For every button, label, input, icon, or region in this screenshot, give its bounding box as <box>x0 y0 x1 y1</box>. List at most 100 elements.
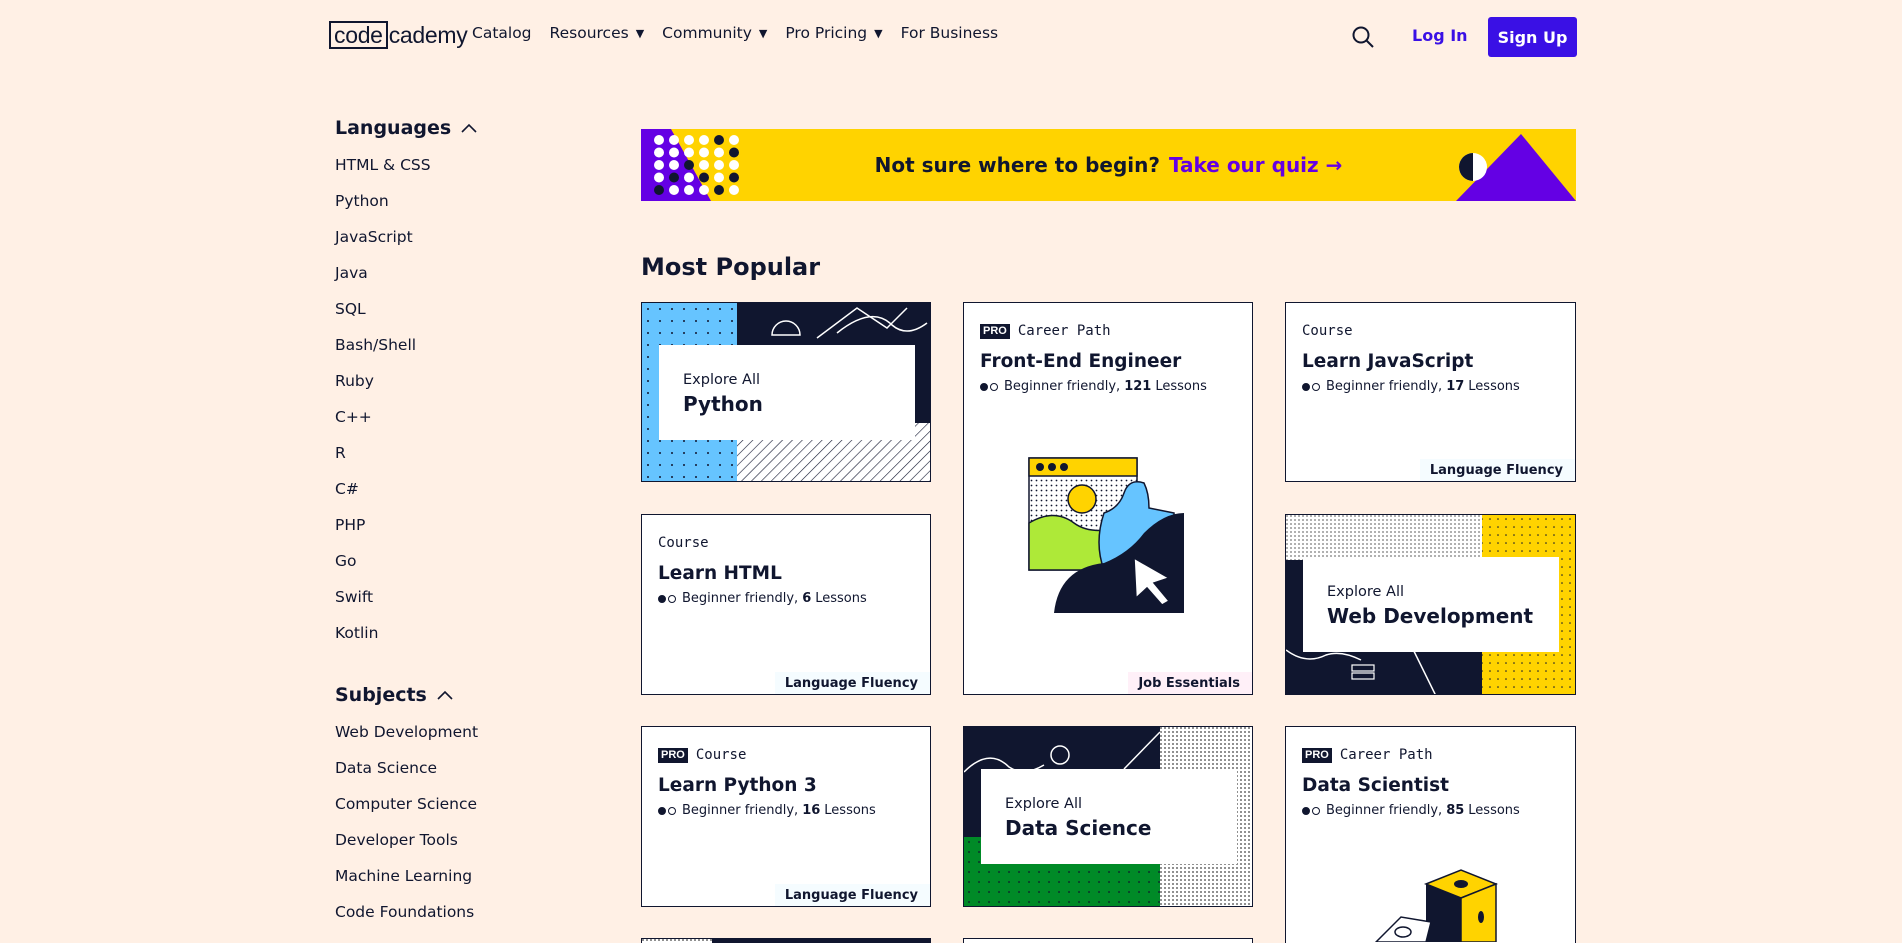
logo-text: cademy <box>388 21 468 48</box>
banner-text: Not sure where to begin? <box>874 153 1160 177</box>
lessons-label: Lessons <box>815 591 867 606</box>
quiz-banner[interactable]: Not sure where to begin? Take our quiz → <box>641 129 1576 201</box>
logo-box-text: code <box>329 21 388 49</box>
card-tag: Language Fluency <box>774 884 930 906</box>
difficulty-icon <box>658 806 678 815</box>
card-type: Course <box>658 535 709 551</box>
explore-web-development-card[interactable]: Explore All Web Development <box>1285 514 1576 695</box>
card-title: Learn HTML <box>658 563 782 584</box>
learn-html-card[interactable]: Course Learn HTML Beginner friendly, 6 L… <box>641 514 931 695</box>
card-tag: Job Essentials <box>1128 672 1252 694</box>
sidebar-item-r[interactable]: R <box>335 443 595 479</box>
sidebar-item-swift[interactable]: Swift <box>335 587 595 623</box>
lesson-count: 17 <box>1446 379 1465 394</box>
card-title: Learn JavaScript <box>1302 351 1474 372</box>
next-row-card-2[interactable] <box>963 938 1253 943</box>
explore-title: Web Development <box>1327 604 1534 628</box>
data-scientist-card[interactable]: PRO Career Path Data Scientist Beginner … <box>1285 726 1576 943</box>
explore-small-text: Explore All <box>683 372 760 388</box>
pro-badge: PRO <box>1302 747 1332 763</box>
card-meta: Beginner friendly, 85 Lessons <box>1302 803 1520 818</box>
explore-small-text: Explore All <box>1005 796 1082 812</box>
browser-window-illustration <box>1028 457 1184 613</box>
banner-message: Not sure where to begin? Take our quiz → <box>641 129 1576 201</box>
card-type: PRO Career Path <box>980 323 1111 339</box>
sidebar-item-java[interactable]: Java <box>335 263 595 299</box>
sidebar-item-ruby[interactable]: Ruby <box>335 371 595 407</box>
difficulty-icon <box>980 382 1000 391</box>
card-art-partial <box>642 939 930 943</box>
explore-data-science-card[interactable]: Explore All Data Science <box>963 726 1253 907</box>
catalog-sidebar: Languages HTML & CSS Python JavaScript J… <box>335 112 595 938</box>
difficulty-label: Beginner friendly, <box>682 803 799 818</box>
learn-javascript-card[interactable]: Course Learn JavaScript Beginner friendl… <box>1285 302 1576 482</box>
explore-label-box: Explore All Python <box>659 345 915 440</box>
card-type-label: Course <box>1302 323 1353 339</box>
front-end-engineer-card[interactable]: PRO Career Path Front-End Engineer Begin… <box>963 302 1253 695</box>
difficulty-icon <box>658 594 678 603</box>
card-title: Learn Python 3 <box>658 775 817 796</box>
sidebar-item-kotlin[interactable]: Kotlin <box>335 623 595 659</box>
search-icon <box>1352 26 1374 48</box>
explore-label-box: Explore All Data Science <box>981 769 1237 864</box>
card-meta: Beginner friendly, 6 Lessons <box>658 591 867 606</box>
explore-small-text: Explore All <box>1327 584 1404 600</box>
nav-for-business[interactable]: For Business <box>901 24 999 42</box>
card-type-label: Career Path <box>1017 323 1111 339</box>
codecademy-logo[interactable]: code cademy <box>329 20 468 50</box>
explore-title: Python <box>683 392 763 416</box>
nav-resources[interactable]: Resources ▼ <box>550 24 645 42</box>
sidebar-item-computer-science[interactable]: Computer Science <box>335 794 595 830</box>
sidebar-item-bash-shell[interactable]: Bash/Shell <box>335 335 595 371</box>
next-row-card-1[interactable] <box>641 938 931 943</box>
sidebar-item-javascript[interactable]: JavaScript <box>335 227 595 263</box>
card-type: Course <box>1302 323 1353 339</box>
quiz-link[interactable]: Take our quiz → <box>1169 153 1342 177</box>
sidebar-item-code-foundations[interactable]: Code Foundations <box>335 902 595 938</box>
triangle-illustration <box>1456 134 1576 201</box>
languages-toggle[interactable]: Languages <box>335 112 595 144</box>
sidebar-item-machine-learning[interactable]: Machine Learning <box>335 866 595 902</box>
caret-down-icon: ▼ <box>758 26 768 40</box>
top-nav: code cademy Catalog Resources ▼ Community ▼… <box>0 0 1902 72</box>
lessons-label: Lessons <box>1468 803 1520 818</box>
difficulty-label: Beginner friendly, <box>1326 379 1443 394</box>
nav-catalog[interactable]: Catalog <box>472 24 532 42</box>
search-button[interactable] <box>1350 24 1376 50</box>
learn-python-3-card[interactable]: PRO Course Learn Python 3 Beginner frien… <box>641 726 931 907</box>
card-tag: Language Fluency <box>1419 459 1575 481</box>
nav-community[interactable]: Community ▼ <box>662 24 767 42</box>
dice-illustration <box>1374 869 1499 942</box>
signup-button[interactable]: Sign Up <box>1488 17 1577 57</box>
difficulty-label: Beginner friendly, <box>682 591 799 606</box>
card-type-label: Course <box>658 535 709 551</box>
chevron-up-icon <box>437 690 453 700</box>
caret-down-icon: ▼ <box>874 26 883 40</box>
caret-down-icon: ▼ <box>635 26 645 40</box>
explore-title: Data Science <box>1005 816 1152 840</box>
lessons-label: Lessons <box>1155 379 1207 394</box>
sidebar-item-web-development[interactable]: Web Development <box>335 722 595 758</box>
nav-catalog-label: Catalog <box>472 24 532 42</box>
sidebar-item-cpp[interactable]: C++ <box>335 407 595 443</box>
nav-pro-pricing[interactable]: Pro Pricing ▼ <box>785 24 882 42</box>
lessons-label: Lessons <box>824 803 876 818</box>
sidebar-item-developer-tools[interactable]: Developer Tools <box>335 830 595 866</box>
card-title: Front-End Engineer <box>980 351 1182 372</box>
subjects-list: Web Development Data Science Computer Sc… <box>335 722 595 938</box>
login-link[interactable]: Log In <box>1412 26 1468 45</box>
sidebar-item-html-css[interactable]: HTML & CSS <box>335 155 595 191</box>
sidebar-item-python[interactable]: Python <box>335 191 595 227</box>
difficulty-label: Beginner friendly, <box>1004 379 1121 394</box>
subjects-toggle[interactable]: Subjects <box>335 679 595 711</box>
difficulty-icon <box>1302 806 1322 815</box>
sidebar-item-data-science[interactable]: Data Science <box>335 758 595 794</box>
sidebar-item-sql[interactable]: SQL <box>335 299 595 335</box>
card-title: Data Scientist <box>1302 775 1449 796</box>
sidebar-item-go[interactable]: Go <box>335 551 595 587</box>
sidebar-item-php[interactable]: PHP <box>335 515 595 551</box>
explore-python-card[interactable]: Explore All Python <box>641 302 931 482</box>
sidebar-item-csharp[interactable]: C# <box>335 479 595 515</box>
pro-badge: PRO <box>980 323 1010 339</box>
section-title: Most Popular <box>641 253 821 281</box>
